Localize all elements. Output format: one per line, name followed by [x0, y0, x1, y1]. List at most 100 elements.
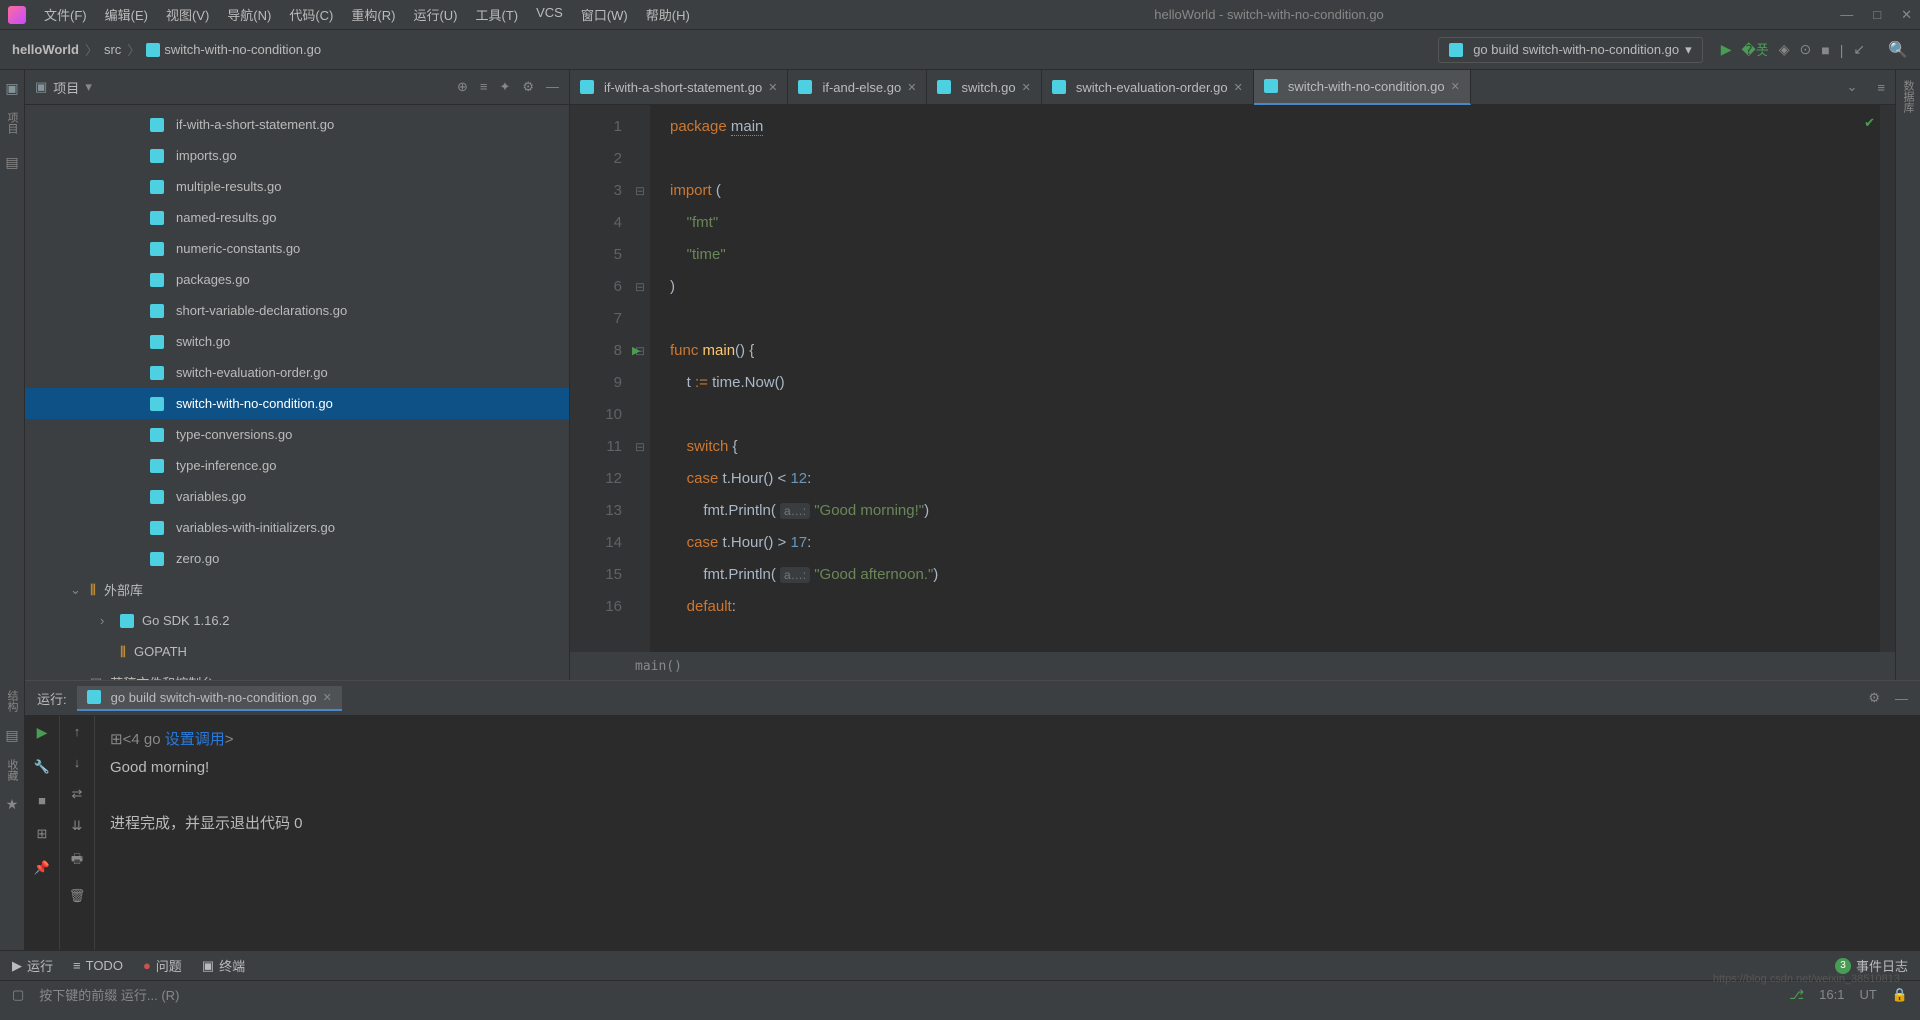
menu-vcs[interactable]: VCS	[528, 1, 571, 28]
scratches-node[interactable]: ▣草稿文件和控制台	[25, 667, 569, 680]
menu-view[interactable]: 视图(V)	[158, 1, 217, 28]
profile-icon[interactable]: ⊙	[1800, 41, 1812, 58]
close-icon[interactable]: ✕	[907, 81, 916, 94]
collapse-icon[interactable]: —	[1895, 691, 1908, 706]
menu-run[interactable]: 运行(U)	[405, 1, 465, 28]
tab-list-icon[interactable]: ≡	[1867, 80, 1895, 95]
todo-tool-button[interactable]: ≡TODO	[73, 958, 123, 973]
file-tree-item[interactable]: variables.go	[25, 481, 569, 512]
breadcrumb-folder[interactable]: src	[104, 42, 121, 57]
options-icon[interactable]: ✦	[499, 79, 510, 95]
close-icon[interactable]: ✕	[1022, 81, 1031, 94]
gopath-node[interactable]: ⫼GOPATH	[25, 636, 569, 667]
menu-navigate[interactable]: 导航(N)	[219, 1, 279, 28]
settings-link[interactable]: 设置调用	[165, 731, 225, 748]
scroll-icon[interactable]: ⇊	[72, 818, 83, 834]
close-icon[interactable]: ✕	[768, 81, 777, 94]
gear-icon[interactable]: ⚙	[522, 79, 534, 95]
file-tree-item[interactable]: variables-with-initializers.go	[25, 512, 569, 543]
coverage-icon[interactable]: ◈	[1779, 41, 1790, 58]
editor-tab[interactable]: if-and-else.go✕	[788, 70, 927, 105]
file-tree-item[interactable]: multiple-results.go	[25, 171, 569, 202]
project-tool-label[interactable]: 项目	[4, 112, 20, 134]
inspection-ok-icon[interactable]: ✔	[1864, 115, 1875, 131]
tab-dropdown-icon[interactable]: ⌄	[1837, 79, 1868, 95]
close-icon[interactable]: ✕	[1901, 7, 1912, 23]
breadcrumb-file[interactable]: switch-with-no-condition.go	[146, 42, 321, 58]
error-stripe[interactable]	[1880, 105, 1895, 652]
terminal-tool-button[interactable]: ▣终端	[202, 956, 245, 975]
editor-tab[interactable]: if-with-a-short-statement.go✕	[570, 70, 788, 105]
menu-refactor[interactable]: 重构(R)	[343, 1, 403, 28]
file-tree-item[interactable]: short-variable-declarations.go	[25, 295, 569, 326]
layout-icon[interactable]: ⊞	[37, 826, 48, 842]
stop-icon[interactable]: ■	[1821, 42, 1829, 58]
code-content[interactable]: package main import ( "fmt" "time" ) fun…	[650, 105, 1880, 652]
menu-file[interactable]: 文件(F)	[36, 1, 95, 28]
run-icon[interactable]: ▶	[1721, 41, 1732, 58]
structure-icon[interactable]: ▤	[5, 727, 18, 744]
project-tool-icon[interactable]: ▣	[5, 80, 18, 97]
file-tree-item[interactable]: named-results.go	[25, 202, 569, 233]
run-tool-button[interactable]: ▶运行	[12, 956, 53, 975]
menu-tools[interactable]: 工具(T)	[467, 1, 526, 28]
file-tree-item[interactable]: zero.go	[25, 543, 569, 574]
close-icon[interactable]: ✕	[1234, 81, 1243, 94]
print-icon[interactable]: 🖶	[71, 850, 83, 872]
menu-help[interactable]: 帮助(H)	[638, 1, 698, 28]
git-icon[interactable]: ↙	[1853, 41, 1865, 58]
close-icon[interactable]: ✕	[323, 691, 332, 704]
menu-code[interactable]: 代码(C)	[281, 1, 341, 28]
file-tree-item[interactable]: switch-with-no-condition.go	[25, 388, 569, 419]
run-tab[interactable]: go build switch-with-no-condition.go ✕	[77, 686, 342, 711]
wrench-icon[interactable]: 🔧	[34, 759, 50, 775]
file-tree-item[interactable]: if-with-a-short-statement.go	[25, 109, 569, 140]
target-icon[interactable]: ⊕	[457, 79, 468, 95]
file-tree-item[interactable]: type-conversions.go	[25, 419, 569, 450]
chevron-down-icon[interactable]: ▾	[85, 79, 92, 95]
minimize-icon[interactable]: —	[1840, 7, 1853, 23]
go-sdk-node[interactable]: ›Go SDK 1.16.2	[25, 605, 569, 636]
file-tree[interactable]: if-with-a-short-statement.goimports.gomu…	[25, 105, 569, 680]
external-libs-node[interactable]: ⌄⫼外部库	[25, 574, 569, 605]
file-tree-item[interactable]: packages.go	[25, 264, 569, 295]
wrap-icon[interactable]: ⇄	[72, 786, 83, 802]
down-icon[interactable]: ↓	[74, 755, 81, 770]
close-icon[interactable]: ✕	[1451, 80, 1460, 93]
run-config-selector[interactable]: go build switch-with-no-condition.go ▾	[1438, 37, 1702, 63]
gear-icon[interactable]: ⚙	[1868, 690, 1880, 706]
menu-window[interactable]: 窗口(W)	[573, 1, 636, 28]
editor-breadcrumb[interactable]: main()	[570, 652, 1895, 680]
file-tree-item[interactable]: type-inference.go	[25, 450, 569, 481]
breadcrumb-project[interactable]: helloWorld	[12, 42, 79, 57]
search-icon[interactable]: 🔍	[1888, 40, 1908, 60]
lock-icon[interactable]: 🔒	[1892, 987, 1908, 1003]
fold-gutter[interactable]: ⊟ ⊟ ▶⊟ ⊟	[630, 105, 650, 652]
editor-tab[interactable]: switch-evaluation-order.go✕	[1042, 70, 1254, 105]
file-tool-icon[interactable]: ▤	[5, 154, 18, 171]
up-icon[interactable]: ↑	[74, 724, 81, 739]
structure-tool-label[interactable]: 结构	[4, 690, 20, 712]
star-icon[interactable]: ★	[6, 796, 19, 813]
pin-icon[interactable]: 📌	[34, 860, 50, 876]
stop-icon[interactable]: ■	[38, 793, 46, 808]
file-tree-item[interactable]: switch.go	[25, 326, 569, 357]
editor-tab[interactable]: switch.go✕	[927, 70, 1041, 105]
menu-edit[interactable]: 编辑(E)	[97, 1, 156, 28]
editor-tab[interactable]: switch-with-no-condition.go✕	[1254, 70, 1471, 105]
favorites-tool-label[interactable]: 收藏	[4, 759, 20, 781]
encoding[interactable]: UT	[1859, 987, 1876, 1002]
file-tree-item[interactable]: numeric-constants.go	[25, 233, 569, 264]
database-tool-label[interactable]: 数据库	[1900, 80, 1916, 113]
maximize-icon[interactable]: □	[1873, 7, 1881, 23]
file-tree-item[interactable]: imports.go	[25, 140, 569, 171]
collapse-icon[interactable]: —	[546, 79, 559, 95]
sort-icon[interactable]: ≡	[480, 79, 488, 95]
run-output[interactable]: ⊞<4 go 设置调用> Good morning! 进程完成，并显示退出代码 …	[95, 716, 1920, 950]
code-editor[interactable]: ✔ 12345678910111213141516 ⊟ ⊟ ▶⊟ ⊟ packa…	[570, 105, 1895, 652]
git-status-icon[interactable]: ⎇	[1789, 987, 1804, 1003]
debug-icon[interactable]: �폿	[1741, 40, 1768, 60]
gutter-run-icon[interactable]: ▶	[632, 335, 640, 367]
rerun-icon[interactable]: ▶	[37, 724, 48, 741]
window-list-icon[interactable]: ▢	[12, 987, 24, 1003]
